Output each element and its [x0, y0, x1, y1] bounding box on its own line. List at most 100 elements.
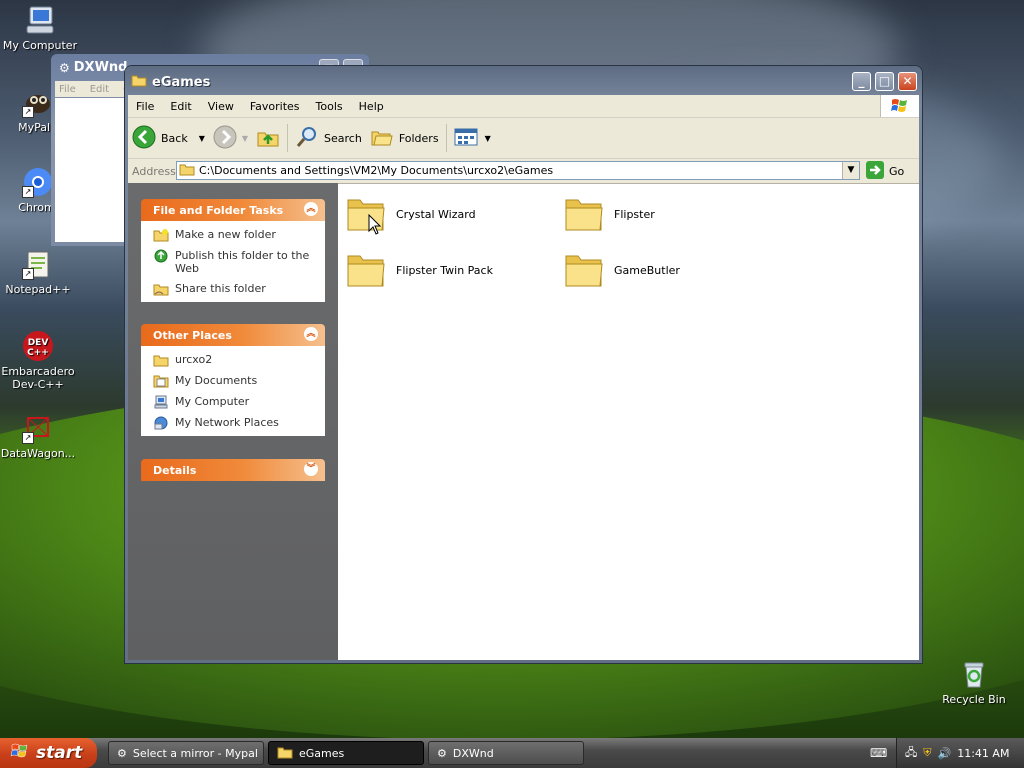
place-my-documents-link[interactable]: My Documents [153, 374, 317, 388]
place-my-network-places-link[interactable]: My Network Places [153, 416, 317, 430]
file-folder-tasks-panel: File and Folder Tasks ︽ Make a new folde… [141, 199, 325, 302]
network-places-icon [153, 416, 169, 430]
address-bar: Address C:\Documents and Settings\VM2\My… [128, 159, 919, 183]
explorer-window: eGames _ □ ✕ File Edit View Favorites To… [125, 66, 922, 663]
clock[interactable]: 11:41 AM [957, 747, 1009, 760]
menu-help[interactable]: Help [351, 100, 392, 113]
menu-file[interactable]: File [128, 100, 162, 113]
menu-view[interactable]: View [200, 100, 242, 113]
go-arrow-icon [866, 161, 884, 182]
menu-favorites[interactable]: Favorites [242, 100, 308, 113]
shortcut-arrow-icon: ↗ [22, 106, 34, 118]
collapse-chevron-icon[interactable]: ︽ [304, 202, 318, 216]
address-value: C:\Documents and Settings\VM2\My Documen… [199, 164, 554, 177]
expand-chevron-icon[interactable]: ︾ [304, 462, 318, 476]
taskbar-item-dxwnd[interactable]: ⚙ DXWnd [428, 741, 584, 765]
place-urcxo2-link[interactable]: urcxo2 [153, 353, 317, 367]
taskbar-item-mypal[interactable]: ⚙ Select a mirror - Mypal [108, 741, 264, 765]
menu-tools[interactable]: Tools [308, 100, 351, 113]
svg-text:C++: C++ [27, 348, 49, 358]
menu-edit[interactable]: Edit [162, 100, 199, 113]
views-button[interactable]: ▼ [450, 123, 495, 153]
dxwnd-menu-edit[interactable]: Edit [90, 84, 109, 95]
forward-button[interactable]: ▼ [209, 123, 252, 153]
folders-button[interactable]: Folders [366, 123, 443, 153]
place-my-computer-link[interactable]: My Computer [153, 395, 317, 409]
file-folder-tasks-header[interactable]: File and Folder Tasks ︽ [141, 199, 325, 221]
chromium-icon: ↗ [22, 166, 54, 198]
desktop-icon-notepadpp[interactable]: ↗ Notepad++ [0, 248, 78, 296]
network-tray-icon[interactable]: 🖧 [905, 744, 917, 763]
datawagon-icon: ↗ [22, 412, 54, 444]
folder-item[interactable]: GameButler [564, 250, 680, 291]
search-button[interactable]: Search [291, 123, 366, 153]
details-header[interactable]: Details ︾ [141, 459, 325, 481]
mypal-small-icon: ⚙ [117, 746, 127, 760]
folder-icon [564, 194, 604, 235]
go-button[interactable]: Go [866, 161, 904, 182]
forward-dropdown-icon[interactable]: ▼ [242, 134, 248, 143]
taskbar-item-egames[interactable]: eGames [268, 741, 424, 765]
desktop: My Computer ↗ MyPal ( ↗ Chromi ↗ Notepad… [0, 0, 1024, 738]
folder-small-icon [179, 162, 195, 179]
details-panel: Details ︾ [141, 459, 325, 481]
my-computer-small-icon [153, 395, 169, 409]
title-bar[interactable]: eGames _ □ ✕ [125, 66, 922, 96]
folder-small-icon [277, 745, 293, 762]
task-pane: File and Folder Tasks ︽ Make a new folde… [128, 183, 338, 660]
toolbar-separator [445, 124, 447, 152]
notepadpp-icon: ↗ [22, 248, 54, 280]
close-button[interactable]: ✕ [898, 72, 917, 91]
keyboard-icon[interactable]: ⌨ [870, 746, 887, 760]
folder-icon [564, 250, 604, 291]
views-dropdown-icon[interactable]: ▼ [485, 134, 491, 143]
publish-folder-link[interactable]: Publish this folder to the Web [153, 249, 317, 275]
security-shield-icon[interactable]: ⛨ [923, 746, 931, 760]
folders-icon [370, 125, 394, 152]
folder-item[interactable]: Crystal Wizard [346, 194, 476, 235]
volume-icon[interactable]: 🔊 [938, 747, 952, 760]
folder-contents: Crystal Wizard Flipster Flipster Twin Pa… [338, 183, 919, 660]
new-folder-icon [153, 228, 169, 242]
folder-title-icon [131, 73, 147, 91]
shortcut-arrow-icon: ↗ [22, 268, 34, 280]
minimize-button[interactable]: _ [852, 72, 871, 91]
other-places-header[interactable]: Other Places ︽ [141, 324, 325, 346]
back-button[interactable]: Back ▼ [128, 123, 209, 153]
back-dropdown-icon[interactable]: ▼ [199, 134, 205, 143]
desktop-icon-recycle-bin[interactable]: Recycle Bin [934, 658, 1014, 706]
address-input[interactable]: C:\Documents and Settings\VM2\My Documen… [176, 161, 860, 180]
desktop-icon-my-computer[interactable]: My Computer [0, 4, 80, 52]
forward-arrow-icon [213, 125, 237, 152]
other-places-panel: Other Places ︽ urcxo2 My Documents My Co… [141, 324, 325, 436]
desktop-icon-datawagon[interactable]: ↗ DataWagon... [0, 412, 78, 460]
folder-icon [346, 250, 386, 291]
collapse-chevron-icon[interactable]: ︽ [304, 327, 318, 341]
address-label: Address [132, 164, 176, 178]
dxwnd-title: ⚙ DXWnd [59, 60, 128, 75]
start-button[interactable]: start [0, 738, 97, 768]
windows-logo-icon [880, 95, 919, 117]
share-folder-icon [153, 282, 169, 296]
dxwnd-small-icon: ⚙ [437, 746, 447, 760]
folder-item[interactable]: Flipster [564, 194, 655, 235]
share-folder-link[interactable]: Share this folder [153, 282, 317, 296]
my-computer-icon [24, 4, 56, 36]
desktop-icon-devcpp[interactable]: DEV C++ Embarcadero Dev-C++ [0, 330, 78, 391]
window-title: eGames [152, 74, 211, 90]
dxwnd-client-area [55, 98, 125, 242]
address-dropdown-icon[interactable]: ▼ [842, 162, 859, 179]
make-new-folder-link[interactable]: Make a new folder [153, 228, 317, 242]
up-folder-button[interactable] [252, 123, 284, 153]
dxwnd-menu-file[interactable]: File [59, 84, 76, 95]
search-icon [295, 125, 319, 152]
globe-publish-icon [153, 249, 169, 263]
maximize-button[interactable]: □ [875, 72, 894, 91]
folder-item[interactable]: Flipster Twin Pack [346, 250, 493, 291]
menu-bar: File Edit View Favorites Tools Help [128, 95, 919, 118]
svg-text:DEV: DEV [28, 338, 49, 348]
views-icon [454, 127, 480, 150]
window-client: File Edit View Favorites Tools Help Back… [128, 95, 919, 660]
devcpp-icon: DEV C++ [22, 330, 54, 362]
mypal-icon: ↗ [22, 86, 54, 118]
